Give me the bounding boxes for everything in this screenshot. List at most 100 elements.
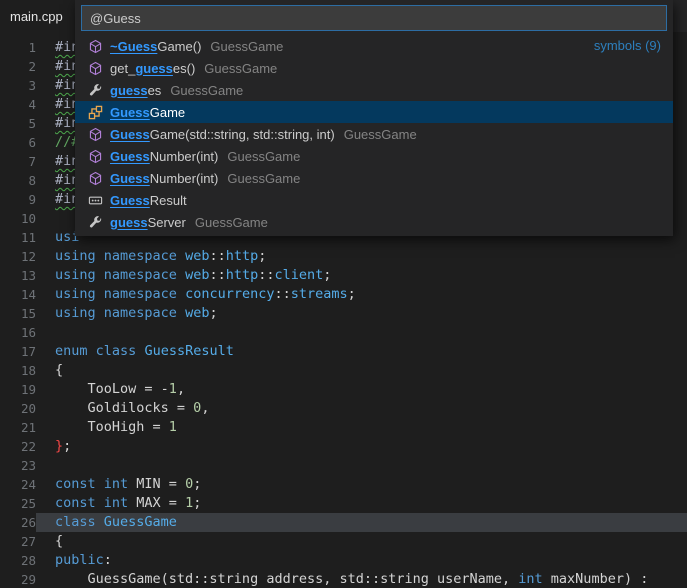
symbol-container-name: GuessGame: [195, 215, 268, 230]
code-text: const int MIN = 0;: [36, 475, 687, 494]
code-line[interactable]: 26class GuessGame: [0, 513, 687, 532]
tab-main-cpp[interactable]: main.cpp: [0, 0, 77, 32]
line-number: 25: [0, 494, 36, 513]
line-number: 29: [0, 570, 36, 588]
symbol-name: guesses: [110, 83, 161, 98]
symbol-result-item[interactable]: guessServerGuessGame: [75, 211, 673, 233]
line-number: 19: [0, 380, 36, 399]
symbol-result-item[interactable]: guesses GuessGame: [75, 79, 673, 101]
symbol-result-item[interactable]: GuessNumber(int)GuessGame: [75, 145, 673, 167]
symbol-result-item[interactable]: GuessGame(std::string, std::string, int)…: [75, 123, 673, 145]
code-line[interactable]: 19 TooLow = -1,: [0, 380, 687, 399]
line-number: 27: [0, 532, 36, 551]
code-line[interactable]: 27{: [0, 532, 687, 551]
line-number: 17: [0, 342, 36, 361]
code-line[interactable]: 29 GuessGame(std::string address, std::s…: [0, 570, 687, 588]
code-text: };: [36, 437, 687, 456]
code-text: using namespace web::http;: [36, 247, 687, 266]
code-line[interactable]: 25const int MAX = 1;: [0, 494, 687, 513]
code-text: const int MAX = 1;: [36, 494, 687, 513]
symbol-name: GuessGame(std::string, std::string, int): [110, 127, 335, 142]
code-text: GuessGame(std::string address, std::stri…: [36, 570, 687, 588]
method-icon: [87, 126, 103, 142]
code-line[interactable]: 12using namespace web::http;: [0, 247, 687, 266]
code-line[interactable]: 24const int MIN = 0;: [0, 475, 687, 494]
code-line[interactable]: 23: [0, 456, 687, 475]
code-line[interactable]: 21 TooHigh = 1: [0, 418, 687, 437]
line-number: 20: [0, 399, 36, 418]
line-number: 4: [0, 95, 36, 114]
symbol-name: ~GuessGame(): [110, 39, 201, 54]
symbol-result-item[interactable]: GuessResult: [75, 189, 673, 211]
code-text: [36, 323, 687, 342]
line-number: 7: [0, 152, 36, 171]
method-icon: [87, 148, 103, 164]
line-number: 1: [0, 38, 36, 57]
code-text: [36, 456, 687, 475]
wrench-icon: [87, 214, 103, 230]
code-line[interactable]: 17enum class GuessResult: [0, 342, 687, 361]
symbol-container-name: GuessGame: [344, 127, 417, 142]
line-number: 10: [0, 209, 36, 228]
code-line[interactable]: 20 Goldilocks = 0,: [0, 399, 687, 418]
symbol-result-item[interactable]: ~GuessGame()GuessGamesymbols (9): [75, 35, 673, 57]
code-text: enum class GuessResult: [36, 342, 687, 361]
code-line[interactable]: 16: [0, 323, 687, 342]
symbol-name: GuessGame: [110, 105, 185, 120]
symbol-results-list: ~GuessGame()GuessGamesymbols (9) get_gue…: [75, 35, 673, 233]
line-number: 14: [0, 285, 36, 304]
code-text: class GuessGame: [36, 513, 687, 532]
symbol-result-item[interactable]: GuessGame: [75, 101, 673, 123]
method-icon: [87, 38, 103, 54]
symbol-container-name: GuessGame: [227, 149, 300, 164]
line-number: 22: [0, 437, 36, 456]
line-number: 16: [0, 323, 36, 342]
class-icon: [87, 104, 103, 120]
code-text: TooLow = -1,: [36, 380, 687, 399]
line-number: 2: [0, 57, 36, 76]
symbol-name: GuessNumber(int): [110, 171, 218, 186]
symbol-name: get_guesses(): [110, 61, 195, 76]
symbol-container-name: GuessGame: [170, 83, 243, 98]
code-text: {: [36, 361, 687, 380]
code-line[interactable]: 28public:: [0, 551, 687, 570]
symbol-result-item[interactable]: GuessNumber(int) GuessGame: [75, 167, 673, 189]
code-text: TooHigh = 1: [36, 418, 687, 437]
code-text: using namespace concurrency::streams;: [36, 285, 687, 304]
code-line[interactable]: 18{: [0, 361, 687, 380]
line-number: 26: [0, 513, 36, 532]
enum-icon: [87, 192, 103, 208]
code-text: {: [36, 532, 687, 551]
code-line[interactable]: 13using namespace web::http::client;: [0, 266, 687, 285]
code-line[interactable]: 14using namespace concurrency::streams;: [0, 285, 687, 304]
line-number: 8: [0, 171, 36, 190]
symbol-container-name: GuessGame: [210, 39, 283, 54]
line-number: 24: [0, 475, 36, 494]
tab-title: main.cpp: [10, 9, 63, 24]
quick-open-input[interactable]: [81, 5, 667, 31]
line-number: 21: [0, 418, 36, 437]
code-text: using namespace web;: [36, 304, 687, 323]
line-number: 11: [0, 228, 36, 247]
line-number: 12: [0, 247, 36, 266]
symbol-result-item[interactable]: get_guesses() GuessGame: [75, 57, 673, 79]
method-icon: [87, 170, 103, 186]
line-number: 18: [0, 361, 36, 380]
wrench-icon: [87, 82, 103, 98]
line-number: 6: [0, 133, 36, 152]
vscode-window: main.cpp 1#in2#in3#in4#in5#in6//#7#in8#i…: [0, 0, 687, 588]
line-number: 23: [0, 456, 36, 475]
symbol-container-name: GuessGame: [204, 61, 277, 76]
method-icon: [87, 60, 103, 76]
symbol-container-name: GuessGame: [227, 171, 300, 186]
line-number: 13: [0, 266, 36, 285]
line-number: 3: [0, 76, 36, 95]
code-line[interactable]: 15using namespace web;: [0, 304, 687, 323]
code-text: Goldilocks = 0,: [36, 399, 687, 418]
code-text: using namespace web::http::client;: [36, 266, 687, 285]
code-line[interactable]: 22};: [0, 437, 687, 456]
quick-open-input-wrap: [75, 0, 673, 35]
line-number: 9: [0, 190, 36, 209]
line-number: 28: [0, 551, 36, 570]
code-text: public:: [36, 551, 687, 570]
